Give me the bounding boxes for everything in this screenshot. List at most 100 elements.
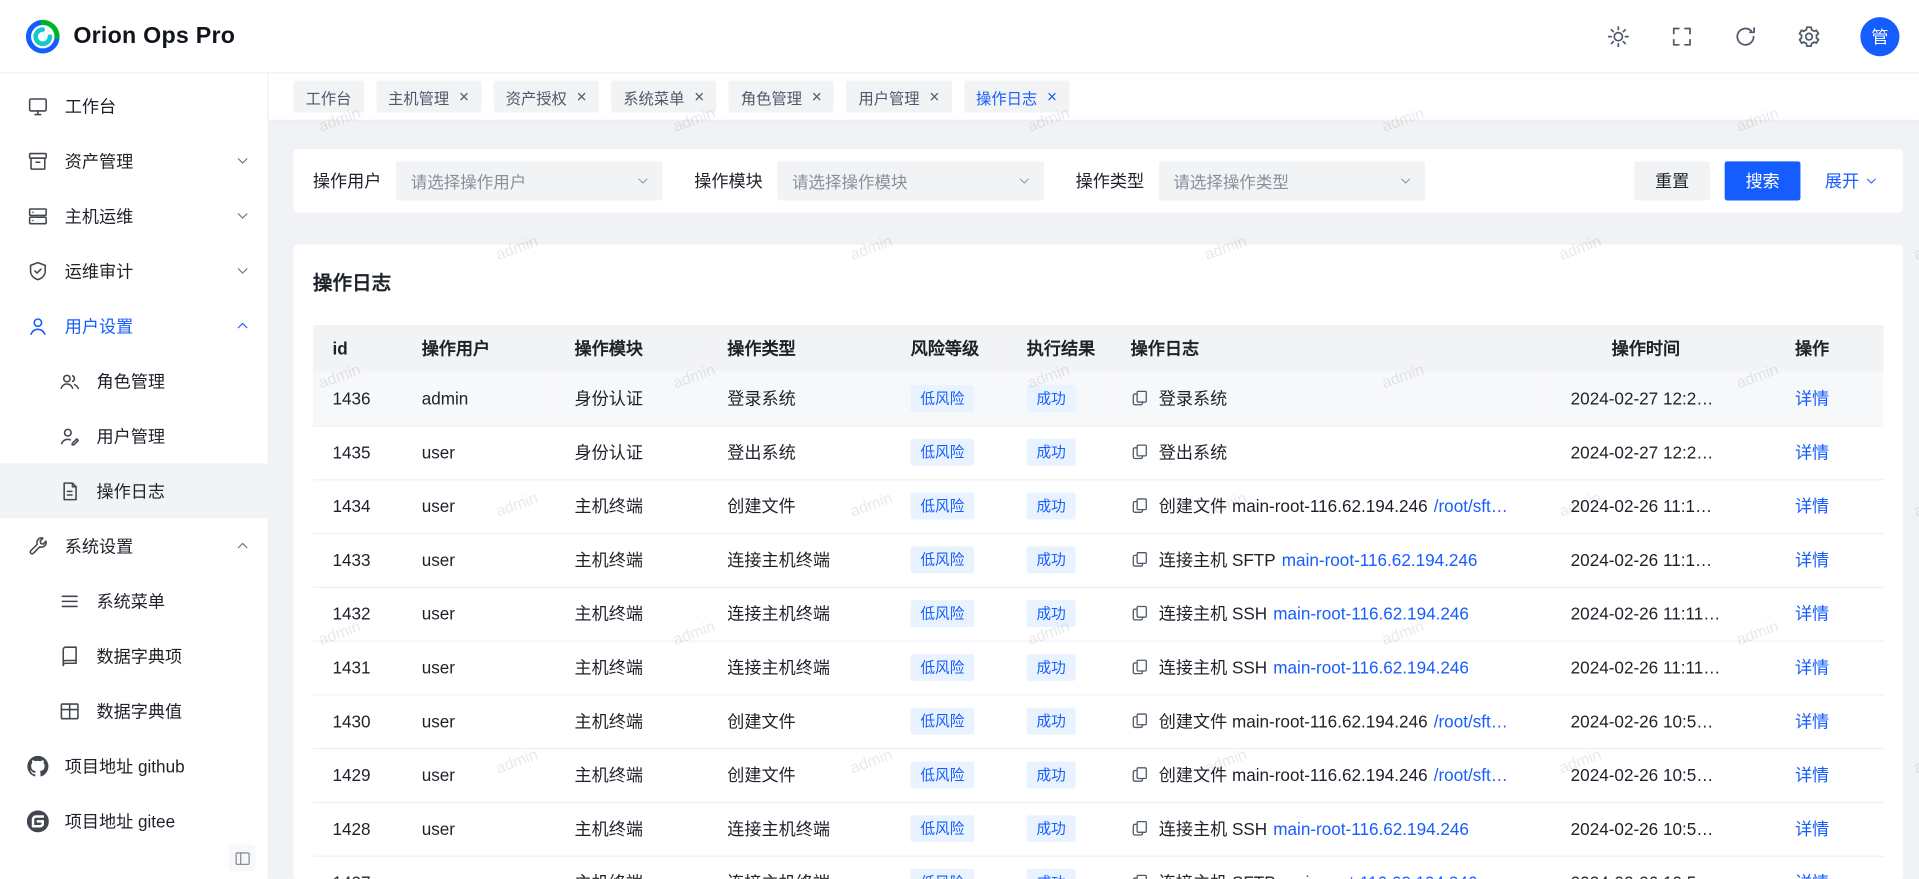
- tab-host-mgmt[interactable]: 主机管理×: [376, 81, 481, 113]
- header-actions: 管: [1606, 17, 1899, 56]
- risk-badge: 低风险: [911, 761, 975, 788]
- detail-link[interactable]: 详情: [1795, 658, 1829, 678]
- tool-icon: [27, 535, 49, 557]
- tab-system-menu[interactable]: 系统菜单×: [611, 81, 716, 113]
- sidebar-item-gitee[interactable]: 项目地址 gitee: [0, 793, 268, 848]
- tab-op-log[interactable]: 操作日志×: [964, 81, 1069, 113]
- sidebar-item-github[interactable]: 项目地址 github: [0, 738, 268, 793]
- column-header: 操作: [1741, 325, 1884, 371]
- sidebar-collapse-button[interactable]: [229, 845, 256, 872]
- log-table: id操作用户操作模块操作类型风险等级执行结果操作日志操作时间操作 1436adm…: [313, 325, 1884, 879]
- sidebar-item-user-mgmt[interactable]: 用户管理: [0, 408, 268, 463]
- cell-log: 连接主机 SSH main-root-116.62.194.246: [1111, 587, 1551, 641]
- close-icon[interactable]: ×: [1047, 88, 1057, 105]
- reset-button[interactable]: 重置: [1634, 161, 1710, 200]
- cell-module: 主机终端: [555, 748, 708, 802]
- tab-workbench[interactable]: 工作台: [293, 81, 363, 113]
- cell-risk: 低风险: [891, 802, 1007, 856]
- filter-fields: 操作用户请选择操作用户操作模块请选择操作模块操作类型请选择操作类型: [313, 161, 1425, 200]
- cell-result: 成功: [1007, 372, 1111, 426]
- tab-asset-auth[interactable]: 资产授权×: [493, 81, 598, 113]
- result-badge: 成功: [1027, 761, 1076, 788]
- log-link[interactable]: main-root-116.62.194.246: [1273, 819, 1469, 839]
- column-header: 风险等级: [891, 325, 1007, 371]
- detail-link[interactable]: 详情: [1795, 765, 1829, 785]
- close-icon[interactable]: ×: [577, 88, 587, 105]
- log-link[interactable]: main-root-116.62.194.246: [1282, 550, 1478, 570]
- cell-result: 成功: [1007, 748, 1111, 802]
- column-header: 操作用户: [402, 325, 555, 371]
- sidebar-item-dict-value[interactable]: 数据字典值: [0, 683, 268, 738]
- watermark-text: admin: [1911, 488, 1919, 520]
- tab-user-mgmt[interactable]: 用户管理×: [846, 81, 951, 113]
- cell-user: user: [402, 587, 555, 641]
- detail-link[interactable]: 详情: [1795, 873, 1829, 879]
- filter-group-op-type: 操作类型请选择操作类型: [1076, 161, 1426, 200]
- sidebar-item-workbench[interactable]: 工作台: [0, 78, 268, 133]
- sidebar-item-ops-audit[interactable]: 运维审计: [0, 243, 268, 298]
- log-link[interactable]: main-root-116.62.194.246: [1273, 658, 1469, 678]
- sun-icon[interactable]: [1606, 24, 1630, 48]
- detail-link[interactable]: 详情: [1795, 496, 1829, 516]
- role-icon: [59, 370, 81, 392]
- cell-module: 主机终端: [555, 587, 708, 641]
- log-text: 连接主机 SSH: [1159, 819, 1267, 839]
- log-link[interactable]: main-root-116.62.194.246: [1282, 873, 1478, 879]
- card-title: 操作日志: [313, 266, 1884, 295]
- close-icon[interactable]: ×: [694, 88, 704, 105]
- cell-time: 2024-02-26 11:11:37: [1551, 640, 1740, 694]
- cell-type: 创建文件: [708, 479, 891, 533]
- settings-icon[interactable]: [1797, 24, 1821, 48]
- detail-link[interactable]: 详情: [1795, 388, 1829, 408]
- op-user-select[interactable]: 请选择操作用户: [396, 161, 662, 200]
- log-link[interactable]: main-root-116.62.194.246: [1273, 604, 1469, 624]
- cell-user: user: [402, 425, 555, 479]
- cell-log: 连接主机 SFTPmain-root-116.62.194.246: [1111, 533, 1551, 587]
- brand[interactable]: Orion Ops Pro: [24, 18, 235, 55]
- user-edit-icon: [59, 425, 81, 447]
- cell-risk: 低风险: [891, 694, 1007, 748]
- cell-result: 成功: [1007, 587, 1111, 641]
- close-icon[interactable]: ×: [812, 88, 822, 105]
- sidebar-item-host-ops[interactable]: 主机运维: [0, 188, 268, 243]
- cell-result: 成功: [1007, 479, 1111, 533]
- log-link[interactable]: /root/sft…: [1434, 496, 1508, 516]
- close-icon[interactable]: ×: [459, 88, 469, 105]
- sidebar-item-system-settings[interactable]: 系统设置: [0, 518, 268, 573]
- log-link[interactable]: /root/sft…: [1434, 765, 1508, 785]
- search-button[interactable]: 搜索: [1725, 161, 1801, 200]
- close-icon[interactable]: ×: [929, 88, 939, 105]
- sidebar-item-system-menu[interactable]: 系统菜单: [0, 573, 268, 628]
- select-placeholder: 请选择操作用户: [411, 169, 527, 193]
- user-avatar[interactable]: 管: [1860, 17, 1899, 56]
- sidebar-item-label: 运维审计: [65, 259, 235, 283]
- sidebar-item-label: 用户管理: [97, 424, 251, 448]
- cell-result: 成功: [1007, 640, 1111, 694]
- log-text: 连接主机 SSH: [1159, 604, 1267, 624]
- sidebar-item-dict-item[interactable]: 数据字典项: [0, 628, 268, 683]
- detail-link[interactable]: 详情: [1795, 442, 1829, 462]
- fullscreen-icon[interactable]: [1670, 24, 1694, 48]
- tab-label: 工作台: [306, 85, 352, 108]
- sidebar-item-op-log[interactable]: 操作日志: [0, 463, 268, 518]
- watermark-text: admin: [1911, 745, 1919, 777]
- result-badge: 成功: [1027, 493, 1076, 520]
- copy-icon: [1131, 604, 1149, 622]
- sidebar-item-user-settings[interactable]: 用户设置: [0, 298, 268, 353]
- tab-role-mgmt[interactable]: 角色管理×: [729, 81, 834, 113]
- result-badge: 成功: [1027, 654, 1076, 681]
- detail-link[interactable]: 详情: [1795, 711, 1829, 731]
- detail-link[interactable]: 详情: [1795, 604, 1829, 624]
- result-badge: 成功: [1027, 869, 1076, 879]
- refresh-icon[interactable]: [1733, 24, 1757, 48]
- op-module-select[interactable]: 请选择操作模块: [777, 161, 1043, 200]
- cell-action: 详情: [1741, 802, 1884, 856]
- sidebar-item-asset-mgmt[interactable]: 资产管理: [0, 133, 268, 188]
- detail-link[interactable]: 详情: [1795, 550, 1829, 570]
- log-link[interactable]: /root/sft…: [1434, 711, 1508, 731]
- expand-toggle[interactable]: 展开: [1825, 169, 1879, 193]
- detail-link[interactable]: 详情: [1795, 819, 1829, 839]
- chevron-down-icon: [1398, 174, 1413, 189]
- sidebar-item-role-mgmt[interactable]: 角色管理: [0, 353, 268, 408]
- op-type-select[interactable]: 请选择操作类型: [1159, 161, 1425, 200]
